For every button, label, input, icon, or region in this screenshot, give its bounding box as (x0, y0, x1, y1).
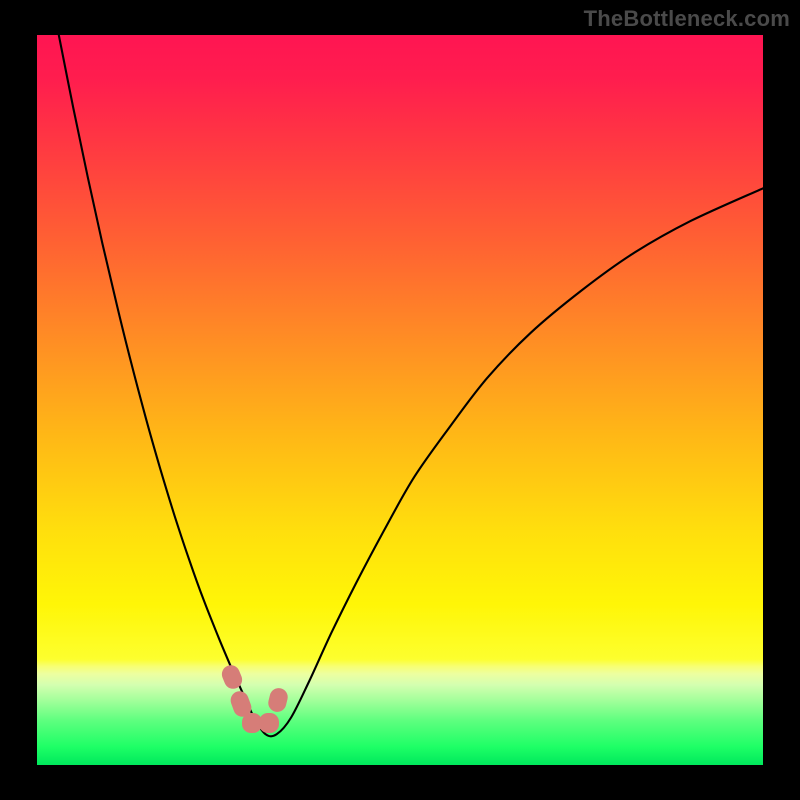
chart-frame: TheBottleneck.com (0, 0, 800, 800)
watermark-text: TheBottleneck.com (584, 6, 790, 32)
plot-area (37, 35, 763, 765)
bottom-right-blob (259, 713, 279, 733)
heat-gradient (37, 35, 763, 765)
